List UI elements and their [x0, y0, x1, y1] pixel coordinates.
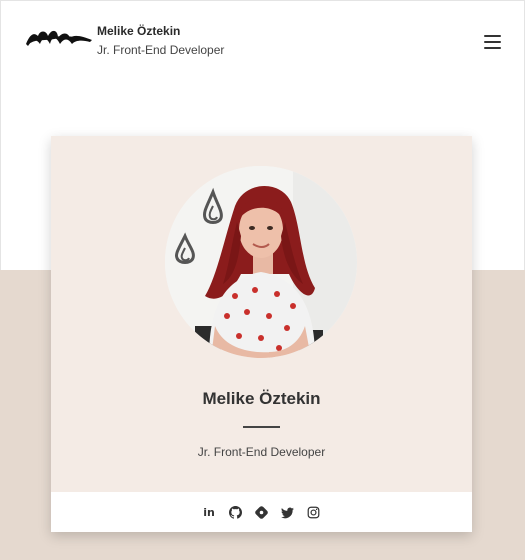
- hashnode-icon[interactable]: [254, 505, 268, 519]
- linkedin-glyph: in: [203, 505, 215, 519]
- site-header: Melike Öztekin Jr. Front-End Developer: [0, 0, 525, 80]
- card-name: Melike Öztekin: [202, 389, 321, 408]
- social-links-bar: in: [51, 492, 472, 532]
- hamburger-menu-icon[interactable]: [484, 34, 502, 50]
- profile-card: Melike Öztekin Jr. Front-End Developer i…: [51, 136, 472, 532]
- github-icon[interactable]: [228, 505, 242, 519]
- twitter-icon[interactable]: [280, 505, 294, 519]
- profile-photo: [165, 166, 357, 358]
- name-divider: [243, 426, 280, 428]
- linkedin-icon[interactable]: in: [202, 505, 216, 519]
- header-name[interactable]: Melike Öztekin: [97, 24, 180, 38]
- signature-logo[interactable]: [24, 24, 94, 50]
- instagram-icon[interactable]: [306, 505, 320, 519]
- card-role: Jr. Front-End Developer: [197, 445, 326, 459]
- header-role: Jr. Front-End Developer: [97, 43, 225, 57]
